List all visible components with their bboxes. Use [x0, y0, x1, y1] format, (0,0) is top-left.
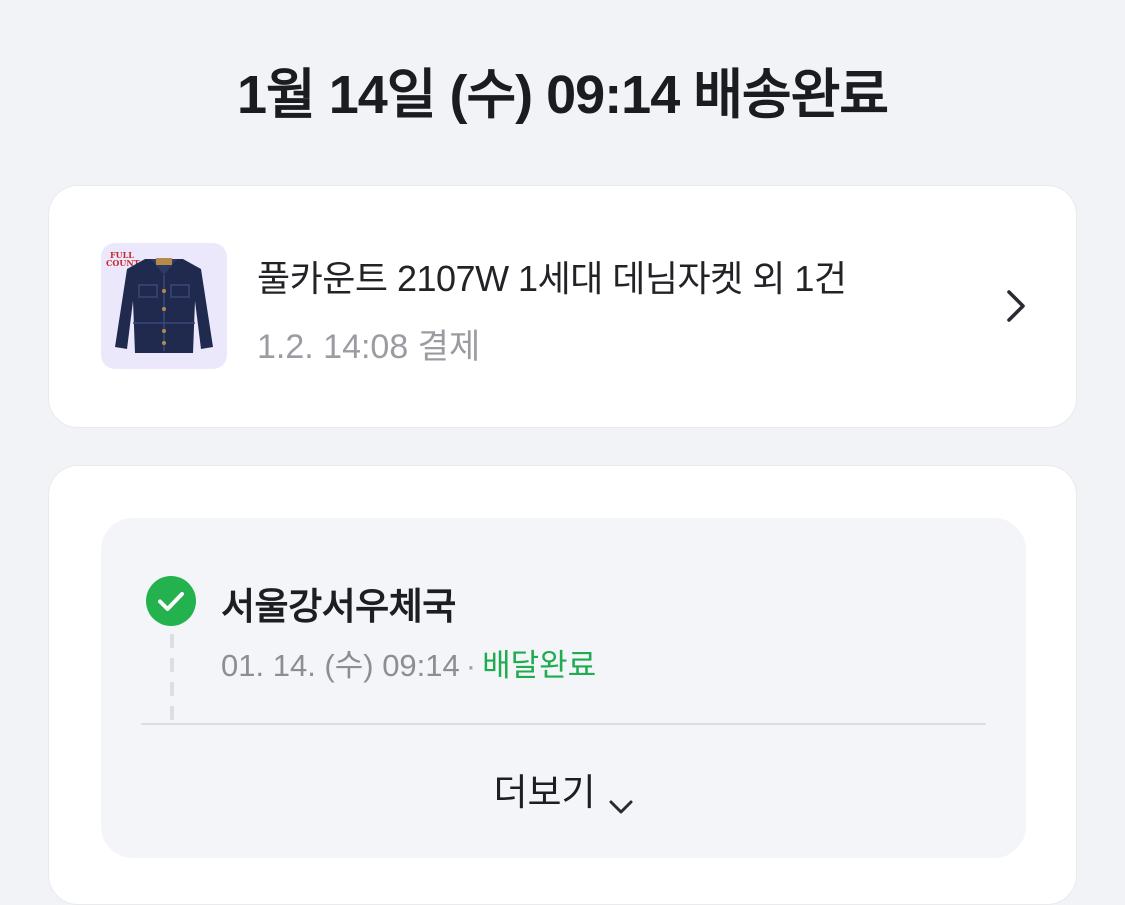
check-circle-icon: [146, 576, 196, 626]
see-more-button[interactable]: 더보기: [101, 762, 1026, 816]
tracking-station: 서울강서우체국: [221, 586, 456, 627]
order-product-title[interactable]: 풀카운트 2107W 1세대 데님자켓 외 1건: [257, 250, 847, 302]
tracking-event-time: 01. 14. (수) 09:14: [221, 648, 460, 683]
delivery-tracking-card: 서울강서우체국 01. 14. (수) 09:14 · 배달완료 더보기: [48, 465, 1077, 905]
see-more-label[interactable]: 더보기: [493, 772, 595, 813]
product-thumbnail[interactable]: FULL COUNT: [101, 243, 227, 369]
chevron-right-icon[interactable]: [1001, 287, 1031, 325]
timeline-connector: [170, 634, 174, 724]
tracking-event: 01. 14. (수) 09:14 · 배달완료: [221, 640, 596, 685]
order-summary-card[interactable]: FULL COUNT 풀카운트 2107W 1세대 데님자켓 외 1건 1.2.…: [48, 185, 1077, 428]
tracking-timeline: 서울강서우체국 01. 14. (수) 09:14 · 배달완료 더보기: [101, 518, 1026, 858]
separator-dot: ·: [465, 648, 477, 683]
tracking-event-status: 배달완료: [482, 648, 597, 683]
chevron-down-icon[interactable]: [608, 783, 634, 814]
delivery-headline: 1월 14일 (수) 09:14 배송완료: [237, 65, 889, 125]
divider: [141, 723, 986, 725]
order-payment-time: 1.2. 14:08 결제: [257, 328, 481, 366]
